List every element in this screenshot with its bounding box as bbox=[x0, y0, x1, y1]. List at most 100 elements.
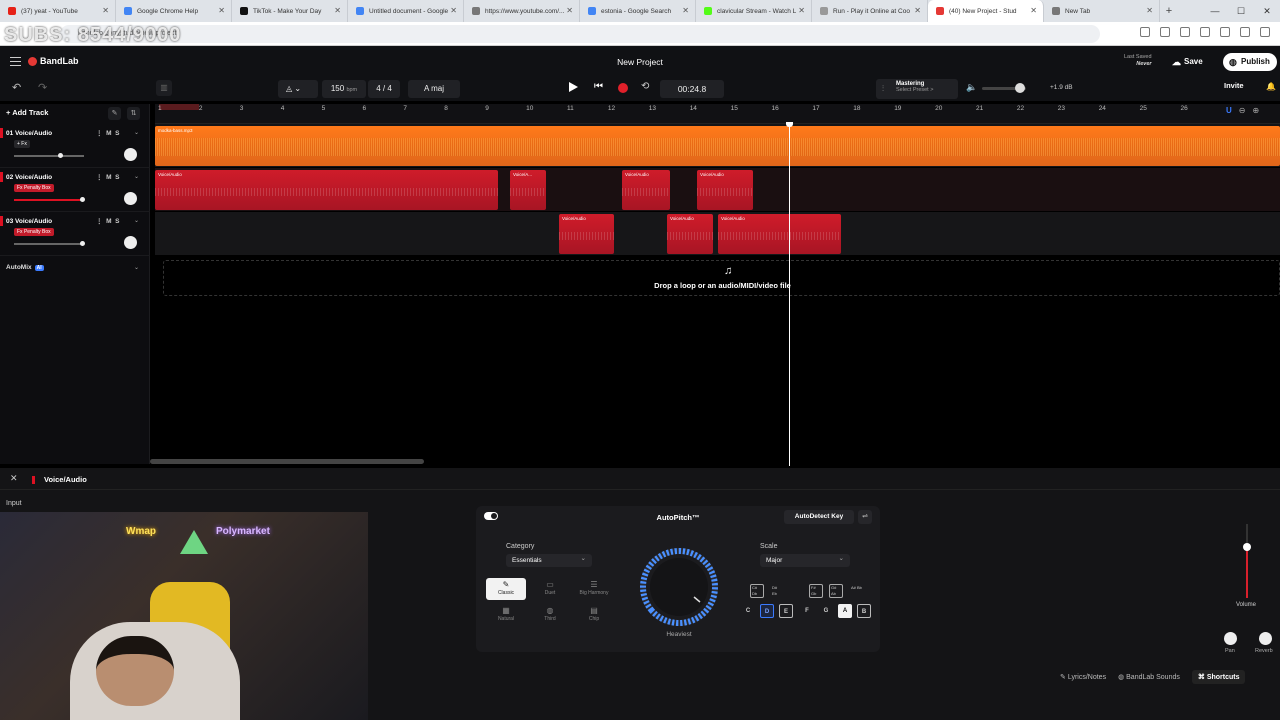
category-select[interactable]: Essentials bbox=[506, 552, 592, 567]
close-icon[interactable]: ✕ bbox=[334, 6, 341, 15]
close-icon[interactable]: ✕ bbox=[10, 473, 18, 484]
cast-icon[interactable] bbox=[1160, 27, 1170, 37]
browser-tab[interactable]: estonia - Google Search ✕ bbox=[580, 0, 696, 22]
speaker-icon[interactable]: 🔈 bbox=[966, 82, 977, 93]
horizontal-scrollbar[interactable] bbox=[150, 459, 424, 464]
key-c-sharp[interactable]: C# Db bbox=[750, 584, 764, 598]
fx-badge[interactable]: Fx Penalty Box bbox=[14, 228, 54, 236]
key-b[interactable]: B bbox=[857, 604, 871, 618]
drop-zone[interactable]: ♫ Drop a loop or an audio/MIDI/video fil… bbox=[163, 260, 1280, 296]
url-input[interactable]: bandlab.com/studio/new project bbox=[60, 24, 1100, 43]
pan-knob[interactable] bbox=[124, 236, 137, 249]
key-d-sharp[interactable]: D# Eb bbox=[770, 584, 784, 598]
browser-tab[interactable]: New Tab ✕ bbox=[1044, 0, 1160, 22]
track-lane[interactable]: Voice/Audio Voice/Audio Voice/Audio bbox=[155, 212, 1280, 255]
profile-icon[interactable] bbox=[1240, 27, 1250, 37]
close-icon[interactable]: ✕ bbox=[218, 6, 225, 15]
download-icon[interactable] bbox=[1220, 27, 1230, 37]
autopitch-strength-knob[interactable] bbox=[636, 544, 722, 630]
record-icon[interactable] bbox=[618, 83, 628, 93]
master-volume-slider[interactable] bbox=[982, 83, 1026, 93]
pen-icon[interactable]: ✎ bbox=[108, 107, 121, 120]
loop-region[interactable] bbox=[159, 104, 199, 110]
fx-badge[interactable]: + Fx bbox=[14, 140, 30, 148]
extension-icon[interactable] bbox=[1140, 27, 1150, 37]
undo-icon[interactable]: ↶ bbox=[12, 81, 21, 94]
track-header[interactable]: 02 Voice/Audio ⋮ M S ⌄ Fx Penalty Box bbox=[0, 168, 150, 212]
key-g[interactable]: G bbox=[819, 604, 833, 618]
key-e[interactable]: E bbox=[779, 604, 793, 618]
loop-icon[interactable]: ⟲ bbox=[641, 81, 649, 92]
save-button[interactable]: Save bbox=[1172, 54, 1203, 70]
preset-natural[interactable]: ▦ Natural bbox=[486, 604, 526, 626]
publish-button[interactable]: Publish bbox=[1223, 53, 1277, 71]
preset-classic[interactable]: ✎ Classic bbox=[486, 578, 526, 600]
metronome-button[interactable]: ◬ ⌄ bbox=[278, 80, 318, 98]
close-icon[interactable]: ✕ bbox=[798, 6, 805, 15]
bookmark-star-icon[interactable] bbox=[1180, 27, 1190, 37]
audio-clip[interactable]: Voice/Audio bbox=[155, 170, 498, 210]
track-volume-slider[interactable] bbox=[14, 197, 85, 202]
settings-sliders-icon[interactable]: ⇌ bbox=[858, 510, 872, 524]
kebab-menu-icon[interactable] bbox=[1260, 27, 1270, 37]
preset-duet[interactable]: ▭ Duet bbox=[530, 578, 570, 600]
mute-solo[interactable]: ⋮ M S bbox=[96, 217, 119, 225]
audio-clip[interactable]: Voice/Audio bbox=[667, 214, 713, 254]
lyrics-notes-button[interactable]: ✎ Lyrics/Notes bbox=[1060, 673, 1106, 681]
close-icon[interactable]: ✕ bbox=[914, 6, 921, 15]
slider-knob[interactable] bbox=[80, 241, 85, 246]
autodetect-key-button[interactable]: AutoDetect Key bbox=[784, 510, 854, 524]
scale-select[interactable]: Major bbox=[760, 552, 850, 567]
mute-solo[interactable]: ⋮ M S bbox=[96, 129, 119, 137]
filter-icon[interactable]: ⇅ bbox=[127, 107, 140, 120]
preset-big-harmony[interactable]: ☰ Big Harmony bbox=[574, 578, 614, 600]
chevron-down-icon[interactable]: ⌄ bbox=[134, 264, 139, 271]
track-volume-slider[interactable] bbox=[14, 241, 85, 246]
sidepanel-icon[interactable] bbox=[1200, 27, 1210, 37]
time-signature-field[interactable]: 4 / 4 bbox=[368, 80, 400, 98]
browser-tab[interactable]: Untitled document - Google ✕ bbox=[348, 0, 464, 22]
automix-toggle[interactable]: AutoMix AI bbox=[6, 264, 44, 271]
key-a[interactable]: A bbox=[838, 604, 852, 618]
close-icon[interactable]: ✕ bbox=[102, 6, 109, 15]
browser-tab[interactable]: clavicular Stream - Watch L ✕ bbox=[696, 0, 812, 22]
play-icon[interactable] bbox=[569, 82, 578, 92]
fader-knob[interactable] bbox=[1243, 543, 1251, 551]
tempo-field[interactable]: 150 bpm bbox=[322, 80, 366, 98]
pan-knob[interactable] bbox=[124, 192, 137, 205]
close-icon[interactable]: ✕ bbox=[566, 6, 573, 15]
shortcuts-button[interactable]: ⌘ Shortcuts bbox=[1191, 670, 1246, 684]
track-volume-slider[interactable] bbox=[14, 153, 84, 158]
fx-badge[interactable]: Fx Penalty Box bbox=[14, 184, 54, 192]
close-icon[interactable]: ✕ bbox=[1030, 6, 1037, 15]
bandlab-sounds-button[interactable]: ◍ BandLab Sounds bbox=[1118, 673, 1180, 681]
skip-back-icon[interactable]: ⏮ bbox=[594, 81, 603, 92]
key-d[interactable]: D bbox=[760, 604, 774, 618]
reverb-knob[interactable] bbox=[1259, 632, 1272, 645]
track-lane[interactable]: Voice/Audio Voice/A... Voice/Audio Voice… bbox=[155, 168, 1280, 211]
chevron-down-icon[interactable]: ⌄ bbox=[134, 217, 139, 224]
snap-icon[interactable]: U bbox=[1226, 106, 1232, 115]
audio-clip[interactable]: Voice/A... bbox=[510, 170, 546, 210]
browser-tab[interactable]: TikTok - Make Your Day ✕ bbox=[232, 0, 348, 22]
timeline-ruler[interactable]: 1 2 3 4 5 6 7 8 9 10 11 12 13 14 15 16 17 18 19 20 21 22 23 24 2… bbox=[155, 104, 1280, 124]
preset-third[interactable]: ◍ Third bbox=[530, 604, 570, 626]
audio-clip[interactable]: Voice/Audio bbox=[718, 214, 841, 254]
browser-tab[interactable]: (37) yeat - YouTube ✕ bbox=[0, 0, 116, 22]
track-lane[interactable]: modka-bass.mp3 bbox=[155, 124, 1280, 167]
track-name[interactable]: 02 Voice/Audio bbox=[6, 174, 52, 181]
key-g-sharp[interactable]: G# Ab bbox=[829, 584, 843, 598]
track-name[interactable]: 01 Voice/Audio bbox=[6, 130, 52, 137]
new-tab-button[interactable]: + bbox=[1160, 5, 1178, 17]
project-title[interactable]: New Project bbox=[0, 57, 1280, 67]
minimize-icon[interactable]: — bbox=[1202, 0, 1228, 22]
slider-knob[interactable] bbox=[1015, 83, 1025, 93]
snap-grid-button[interactable]: ▥ bbox=[156, 80, 172, 96]
pan-knob[interactable] bbox=[1224, 632, 1237, 645]
browser-tab[interactable]: https://www.youtube.com/... ✕ bbox=[464, 0, 580, 22]
zoom-in-icon[interactable]: ⊕ bbox=[1252, 106, 1259, 115]
close-icon[interactable]: ✕ bbox=[682, 6, 689, 15]
audio-clip[interactable]: Voice/Audio bbox=[622, 170, 670, 210]
browser-tab-active[interactable]: (40) New Project - Stud ✕ bbox=[928, 0, 1044, 22]
key-f-sharp[interactable]: F# Gb bbox=[809, 584, 823, 598]
